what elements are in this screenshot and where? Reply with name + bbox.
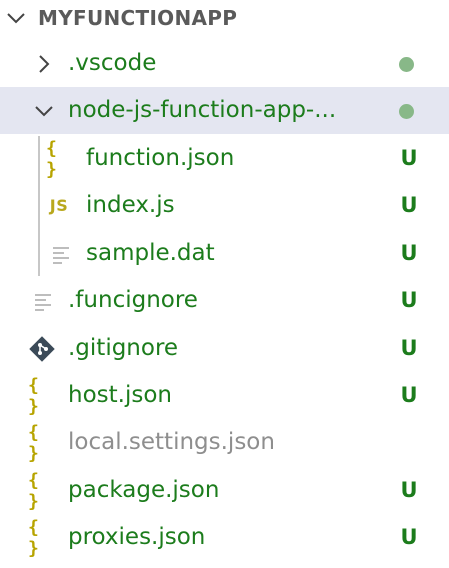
tree-item-host-json[interactable]: { } host.json U — [0, 372, 449, 419]
tree-item-label: local.settings.json — [68, 429, 275, 455]
git-icon — [28, 325, 56, 372]
tree-item-local-settings-json[interactable]: { } local.settings.json — [0, 419, 449, 466]
tree-item-function-app-folder[interactable]: node-js-function-app-... — [0, 87, 449, 134]
untracked-status-badge: U — [400, 288, 418, 312]
tree-item-label: .vscode — [68, 50, 157, 76]
tree-item-sample-dat[interactable]: sample.dat U — [0, 230, 449, 277]
tree-item-gitignore[interactable]: .gitignore U — [0, 325, 449, 372]
tree-item-label: .funcignore — [68, 287, 198, 313]
json-braces-icon: { } — [46, 137, 57, 180]
tree-item-index-js[interactable]: JS index.js U — [0, 182, 449, 229]
tree-item-proxies-json[interactable]: { } proxies.json U — [0, 514, 449, 561]
chevron-down-icon[interactable] — [4, 6, 28, 30]
tree-item-label: node-js-function-app-... — [68, 97, 337, 123]
file-explorer: MYFUNCTIONAPP .vscode node-js-function-a… — [0, 0, 449, 568]
chevron-down-icon[interactable] — [32, 87, 56, 134]
tree-item-label: index.js — [86, 192, 175, 218]
modified-dot-indicator — [399, 104, 414, 119]
json-braces-icon: { } — [28, 516, 39, 559]
json-braces-icon: { } — [28, 421, 39, 464]
tree-item-label: function.json — [86, 145, 235, 171]
text-lines-icon — [52, 230, 72, 277]
tree-item-vscode-folder[interactable]: .vscode — [0, 40, 449, 87]
tree-item-label: package.json — [68, 477, 220, 503]
json-braces-icon: { } — [28, 374, 39, 417]
untracked-status-badge: U — [400, 241, 418, 265]
untracked-status-badge: U — [400, 525, 418, 549]
modified-dot-indicator — [399, 57, 414, 72]
untracked-status-badge: U — [400, 383, 418, 407]
javascript-icon: JS — [49, 196, 69, 215]
tree-item-function-json[interactable]: { } function.json U — [0, 135, 449, 182]
untracked-status-badge: U — [400, 478, 418, 502]
tree-item-package-json[interactable]: { } package.json U — [0, 467, 449, 514]
tree-item-funcignore[interactable]: .funcignore U — [0, 277, 449, 324]
tree-item-label: .gitignore — [68, 335, 179, 361]
untracked-status-badge: U — [400, 193, 418, 217]
section-title: MYFUNCTIONAPP — [38, 6, 238, 30]
untracked-status-badge: U — [400, 146, 418, 170]
chevron-right-icon[interactable] — [32, 40, 56, 87]
json-braces-icon: { } — [28, 469, 39, 512]
tree-item-label: sample.dat — [86, 240, 215, 266]
text-lines-icon — [34, 277, 54, 324]
tree-item-label: host.json — [68, 382, 172, 408]
untracked-status-badge: U — [400, 336, 418, 360]
tree-item-label: proxies.json — [68, 524, 206, 550]
explorer-section-header[interactable]: MYFUNCTIONAPP — [0, 0, 449, 38]
